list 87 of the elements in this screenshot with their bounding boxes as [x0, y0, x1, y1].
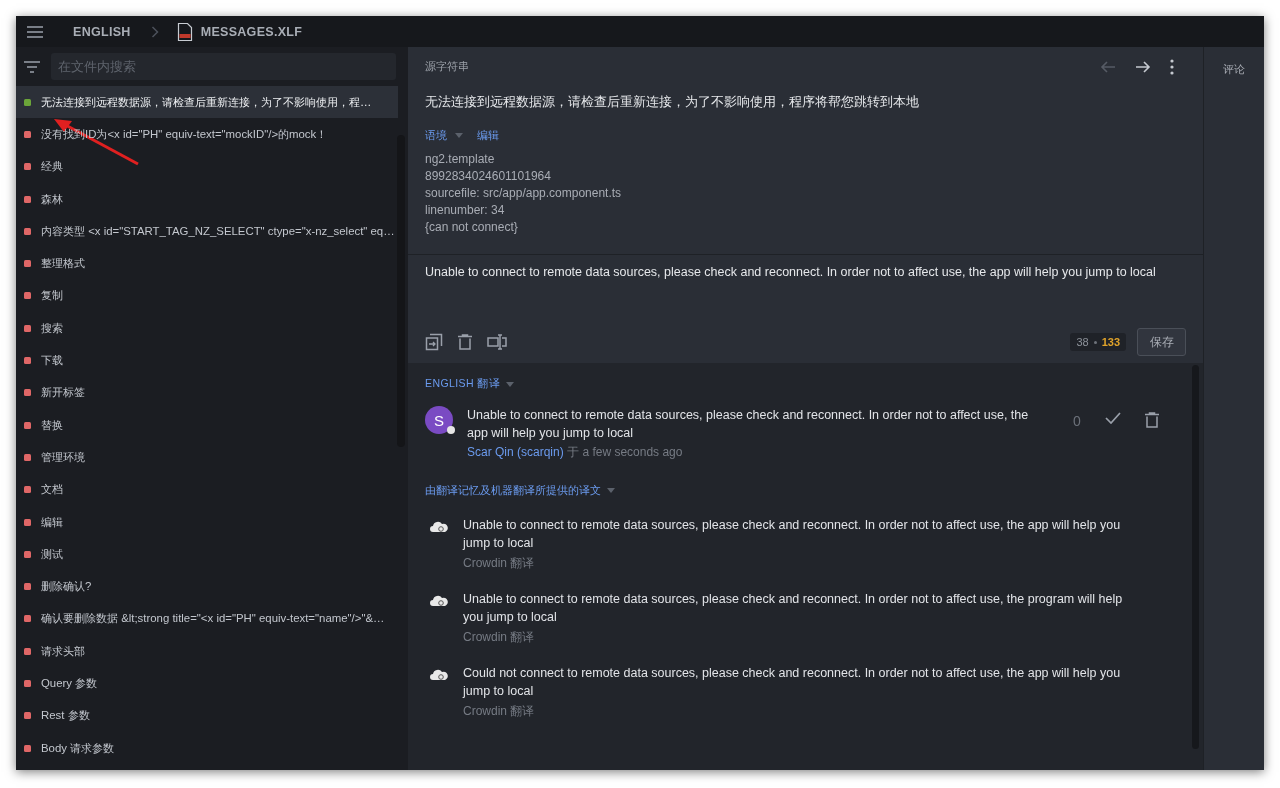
- string-list-item[interactable]: 经典: [16, 150, 398, 183]
- avatar: S: [425, 406, 453, 434]
- chevron-icon: [150, 25, 159, 38]
- string-list-item[interactable]: 管理环境: [16, 441, 398, 474]
- trash-icon[interactable]: [458, 334, 472, 350]
- string-text: 文档: [41, 482, 63, 498]
- string-text: Rest 参数: [41, 708, 90, 724]
- string-text: Body 请求参数: [41, 740, 115, 756]
- time-prefix: 于: [567, 445, 580, 459]
- breadcrumb-link[interactable]: ENGLISH: [73, 24, 131, 39]
- string-text: 新开标签: [41, 385, 85, 401]
- context-line: {can not connect}: [425, 219, 519, 236]
- string-text: 管理环境: [41, 449, 85, 465]
- text-cursor-icon[interactable]: [487, 334, 507, 350]
- filter-icon[interactable]: [24, 60, 40, 73]
- context-dropdown[interactable]: 语境: [425, 128, 447, 143]
- edit-link[interactable]: 编辑: [477, 128, 499, 143]
- string-list-item[interactable]: 复制: [16, 279, 398, 313]
- section-heading[interactable]: 由翻译记忆及机器翻译所提供的译文: [425, 483, 601, 498]
- comments-tab[interactable]: 评论: [1223, 62, 1245, 76]
- string-text: 搜索: [41, 320, 63, 336]
- string-text: 确认要删除数据 &lt;strong title="<x id="PH" equiv-text="name"/>"&…: [41, 611, 385, 627]
- timestamp: a few seconds ago: [582, 445, 683, 459]
- menu-icon[interactable]: [26, 24, 44, 39]
- context-line: 8992834024601101964: [425, 168, 552, 185]
- string-text: 测试: [41, 546, 63, 562]
- string-text: 整理格式: [41, 256, 85, 272]
- suggestion-source: Crowdin 翻译: [463, 629, 536, 646]
- string-text: 复制: [41, 288, 63, 304]
- section-heading: 源字符串: [425, 60, 469, 74]
- context-line: ng2.template: [425, 151, 496, 168]
- translation-text: Unable to connect to remote data sources, please check and reconnect. In order not to affect use, the app will help you jump to local: [467, 407, 1030, 442]
- context-line: sourcefile: src/app/app.component.ts: [425, 185, 623, 202]
- translation-input[interactable]: Unable to connect to remote data sources, please check and reconnect. In order not to affect use, the app will help you jump to local: [425, 265, 1186, 327]
- string-list-item[interactable]: 测试: [16, 538, 398, 571]
- string-text: 经典: [41, 159, 63, 175]
- more-icon[interactable]: [1170, 59, 1174, 75]
- string-list-item[interactable]: 编辑: [16, 505, 398, 539]
- string-list-item[interactable]: Query 参数: [16, 667, 398, 700]
- save-button[interactable]: 保存: [1137, 328, 1186, 356]
- file-icon: [176, 21, 193, 42]
- string-list-item[interactable]: 内容类型 <x id="START_TAG_NZ_SELECT" ctype="x-nz_select" eq…: [16, 215, 398, 248]
- caret-icon: [607, 488, 615, 493]
- string-text: 下载: [41, 353, 63, 368]
- cloud-icon: [430, 520, 448, 534]
- cloud-icon: [430, 668, 448, 682]
- string-list-item[interactable]: Body 请求参数: [16, 731, 398, 765]
- search-field[interactable]: 在文件内搜索: [51, 53, 396, 80]
- string-text: 森林: [41, 191, 63, 207]
- string-list-item[interactable]: 确认要删除数据 &lt;strong title="<x id="PH" equiv-text="name"/>"&…: [16, 602, 398, 636]
- suggestion-text[interactable]: Unable to connect to remote data sources, please check and reconnect. In order not to affect use, the app will help you jump to local: [463, 516, 1136, 552]
- context-line: linenumber: 34: [425, 202, 506, 219]
- cloud-icon: [430, 594, 448, 608]
- string-text: 内容类型 <x id="START_TAG_NZ_SELECT" ctype="x-nz_select" eq…: [41, 223, 395, 239]
- string-list-item[interactable]: 森林: [16, 182, 398, 216]
- string-list-item[interactable]: 无法连接到远程数据源，请检查后重新连接，为了不影响使用，程…: [16, 86, 398, 119]
- copy-icon[interactable]: [425, 333, 443, 351]
- trash-icon[interactable]: [1144, 412, 1159, 428]
- string-list-item[interactable]: Rest 参数: [16, 699, 398, 732]
- author-link[interactable]: Scar Qin (scarqin): [467, 445, 564, 459]
- string-list-item[interactable]: 请求头部: [16, 635, 398, 668]
- source-text: 无法连接到远程数据源，请检查后重新连接，为了不影响使用，程序将帮您跳转到本地: [425, 94, 920, 111]
- string-list-item[interactable]: 新开标签: [16, 376, 398, 409]
- string-text: Query 参数: [41, 676, 98, 691]
- string-list-item[interactable]: 搜索: [16, 312, 398, 345]
- string-text: 编辑: [41, 514, 63, 530]
- string-text: 无法连接到远程数据源，请检查后重新连接，为了不影响使用，程…: [41, 94, 372, 110]
- string-text: 替换: [41, 417, 63, 433]
- string-list-item[interactable]: 删除确认?: [16, 570, 398, 603]
- string-text: 删除确认?: [41, 579, 92, 595]
- vote-count: 0: [1073, 413, 1081, 429]
- caret-icon: [455, 133, 463, 138]
- string-list-item[interactable]: 下载: [16, 344, 398, 377]
- character-count: 38 133: [1070, 333, 1126, 351]
- section-heading[interactable]: ENGLISH 翻译: [425, 377, 500, 391]
- suggestion-text[interactable]: Unable to connect to remote data sources, please check and reconnect. In order not to affect use, the program will help you jump to local: [463, 590, 1136, 626]
- string-text: 请求头部: [41, 643, 85, 659]
- suggestion-source: Crowdin 翻译: [463, 703, 536, 720]
- suggestion-source: Crowdin 翻译: [463, 555, 536, 572]
- caret-icon: [506, 381, 514, 387]
- string-list-item[interactable]: 替换: [16, 408, 398, 442]
- breadcrumb-link[interactable]: MESSAGES.XLF: [200, 24, 303, 39]
- string-list-item[interactable]: 文档: [16, 473, 398, 506]
- check-icon[interactable]: [1104, 412, 1121, 424]
- arrow-right-icon[interactable]: [1135, 59, 1151, 75]
- string-list-item[interactable]: 整理格式: [16, 247, 398, 280]
- suggestion-text[interactable]: Could not connect to remote data sources, please check and reconnect. In order not to affect use, the app will help you jump to local: [463, 664, 1136, 700]
